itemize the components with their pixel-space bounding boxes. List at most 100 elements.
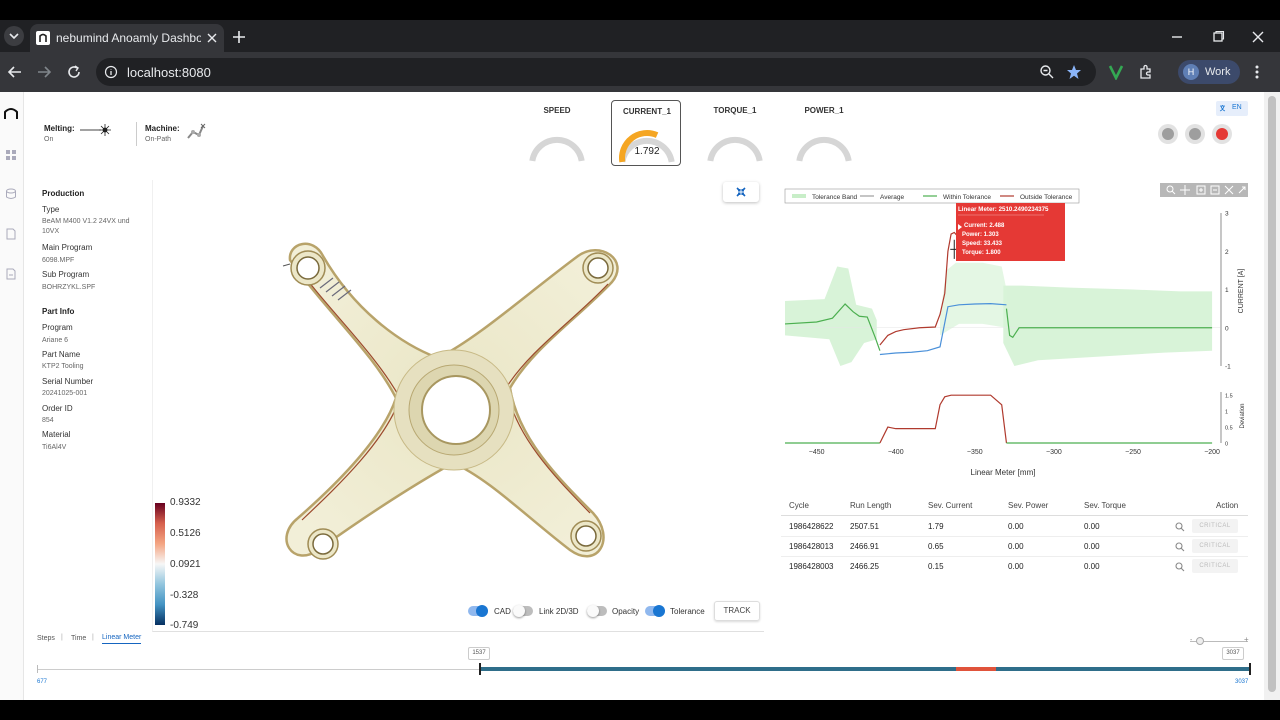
machine-label: Machine: [145,124,180,133]
range-min-label: 677 [37,679,48,685]
url-text: localhost:8080 [127,65,211,80]
new-tab-icon[interactable] [232,30,246,44]
deviation-outside[interactable] [879,394,1008,444]
gauge-torque_1[interactable]: TORQUE_1 [700,100,770,166]
profile-button[interactable]: H Work [1178,60,1240,84]
tolerance-toggle[interactable] [645,605,665,617]
extension-v-icon[interactable] [1108,64,1124,80]
collapse-viewer-button[interactable] [723,182,759,202]
field-serial-value: 20241025-001 [42,390,88,397]
range-right-value: 3037 [1222,647,1244,660]
melting-state: On [44,136,54,143]
gauge-arc [619,130,675,163]
production-heading: Production [42,189,85,198]
range-min-tick [37,665,38,673]
critical-button[interactable]: CRITICAL [1192,559,1238,573]
reload-icon[interactable] [66,64,82,80]
gauge-title: SPEED [543,106,571,115]
app-logo-icon[interactable] [3,106,19,120]
gauge-background [529,136,585,162]
table-header-sev-torque: Sev. Torque [1084,501,1126,510]
y-tick-label: 2 [1225,249,1229,256]
cell-cycle: 1986428003 [789,562,834,571]
close-tab-icon[interactable] [206,32,218,44]
dashboard-icon[interactable] [5,149,17,161]
colorbar-tick-4: -0.328 [170,590,199,601]
link-2d3d-toggle[interactable] [513,605,533,617]
cell-sev-torque: 0.00 [1084,522,1100,531]
cell-sev-current: 0.15 [928,562,944,571]
extensions-puzzle-icon[interactable] [1138,64,1154,80]
gauge-title: CURRENT_1 [622,107,671,116]
left-nav-rail [0,92,24,700]
zoom-slider-thumb[interactable] [1196,637,1204,645]
colorbar [155,503,165,625]
range-handle-left[interactable] [479,663,481,675]
legend-label[interactable]: Outside Tolerance [1020,194,1073,201]
inspect-search-icon[interactable] [1175,522,1185,532]
y2-tick-label: 0.5 [1225,426,1233,432]
range-max-label: 3037 [1235,679,1249,685]
x-tick-label: −300 [1046,449,1062,456]
document-icon[interactable] [5,228,17,240]
cad-toggle[interactable] [468,605,488,617]
track-button[interactable]: TRACK [714,601,760,621]
inspect-search-icon[interactable] [1175,542,1185,552]
legend-label[interactable]: Average [880,194,904,201]
tab-separator-2: | [92,634,94,641]
tab-search-button[interactable] [4,26,24,46]
close-window-icon[interactable] [1251,30,1265,44]
collapse-arrows-icon [736,187,746,197]
menu-dots-icon[interactable] [1251,64,1263,80]
table-header-action: Action [1216,501,1239,510]
range-selection[interactable] [479,667,1251,671]
status-light-alarm[interactable] [1212,124,1232,144]
tolerance-band-mid [940,262,1007,336]
tab-steps[interactable]: Steps [37,635,55,642]
zoom-out-icon[interactable]: - [1190,637,1192,644]
minimize-icon[interactable] [1170,30,1184,44]
zoom-icon[interactable] [1039,64,1055,80]
x-tick-label: −450 [809,449,825,456]
legend-label[interactable]: Tolerance Band [812,194,858,201]
tab-linear-meter[interactable]: Linear Meter [102,634,142,644]
range-handle-right[interactable] [1249,663,1251,675]
inspect-search-icon[interactable] [1175,562,1185,572]
opacity-toggle[interactable] [587,605,607,617]
critical-button[interactable]: CRITICAL [1192,519,1238,533]
y-tick-label: -1 [1225,364,1231,371]
browser-tab[interactable]: nebumind Anoamly Dashboard [30,24,224,52]
bookmark-star-icon[interactable] [1066,64,1082,80]
back-icon[interactable] [7,65,23,79]
critical-button[interactable]: CRITICAL [1192,539,1238,553]
gauge-current_1[interactable]: CURRENT_1 1.792 [611,100,681,166]
gauge-speed[interactable]: SPEED [522,100,592,166]
gauge-power_1[interactable]: POWER_1 [789,100,859,166]
address-bar[interactable]: localhost:8080 [96,58,1096,86]
gauge-background [796,136,852,162]
export-icon[interactable] [5,268,17,280]
page-scrollbar-thumb[interactable] [1268,96,1276,692]
legend-label[interactable]: Within Tolerance [943,194,991,201]
database-icon[interactable] [5,188,17,200]
status-light-1[interactable] [1158,124,1178,144]
field-part-name-key: Part Name [42,350,81,359]
x-tick-label: −400 [888,449,904,456]
forward-icon[interactable] [36,65,52,79]
cell-sev-current: 1.79 [928,522,944,531]
y-tick-label: 3 [1225,211,1229,218]
tab-time[interactable]: Time [71,635,86,642]
field-material-key: Material [42,430,71,439]
restore-icon[interactable] [1211,30,1225,44]
tolerance-band-right [1003,285,1213,366]
table-header-sev-power: Sev. Power [1008,501,1049,510]
status-light-2[interactable] [1185,124,1205,144]
colorbar-tick-3: 0.0921 [170,559,201,570]
favicon-icon [36,31,50,45]
opacity-label: Opacity [612,607,640,616]
field-serial-key: Serial Number [42,377,94,386]
current-chart[interactable]: Tolerance Band Average Within Tolerance Out… [770,186,1260,486]
site-info-icon[interactable] [104,65,118,79]
language-button[interactable]: EN [1216,101,1248,116]
zoom-in-icon[interactable]: + [1244,636,1249,644]
